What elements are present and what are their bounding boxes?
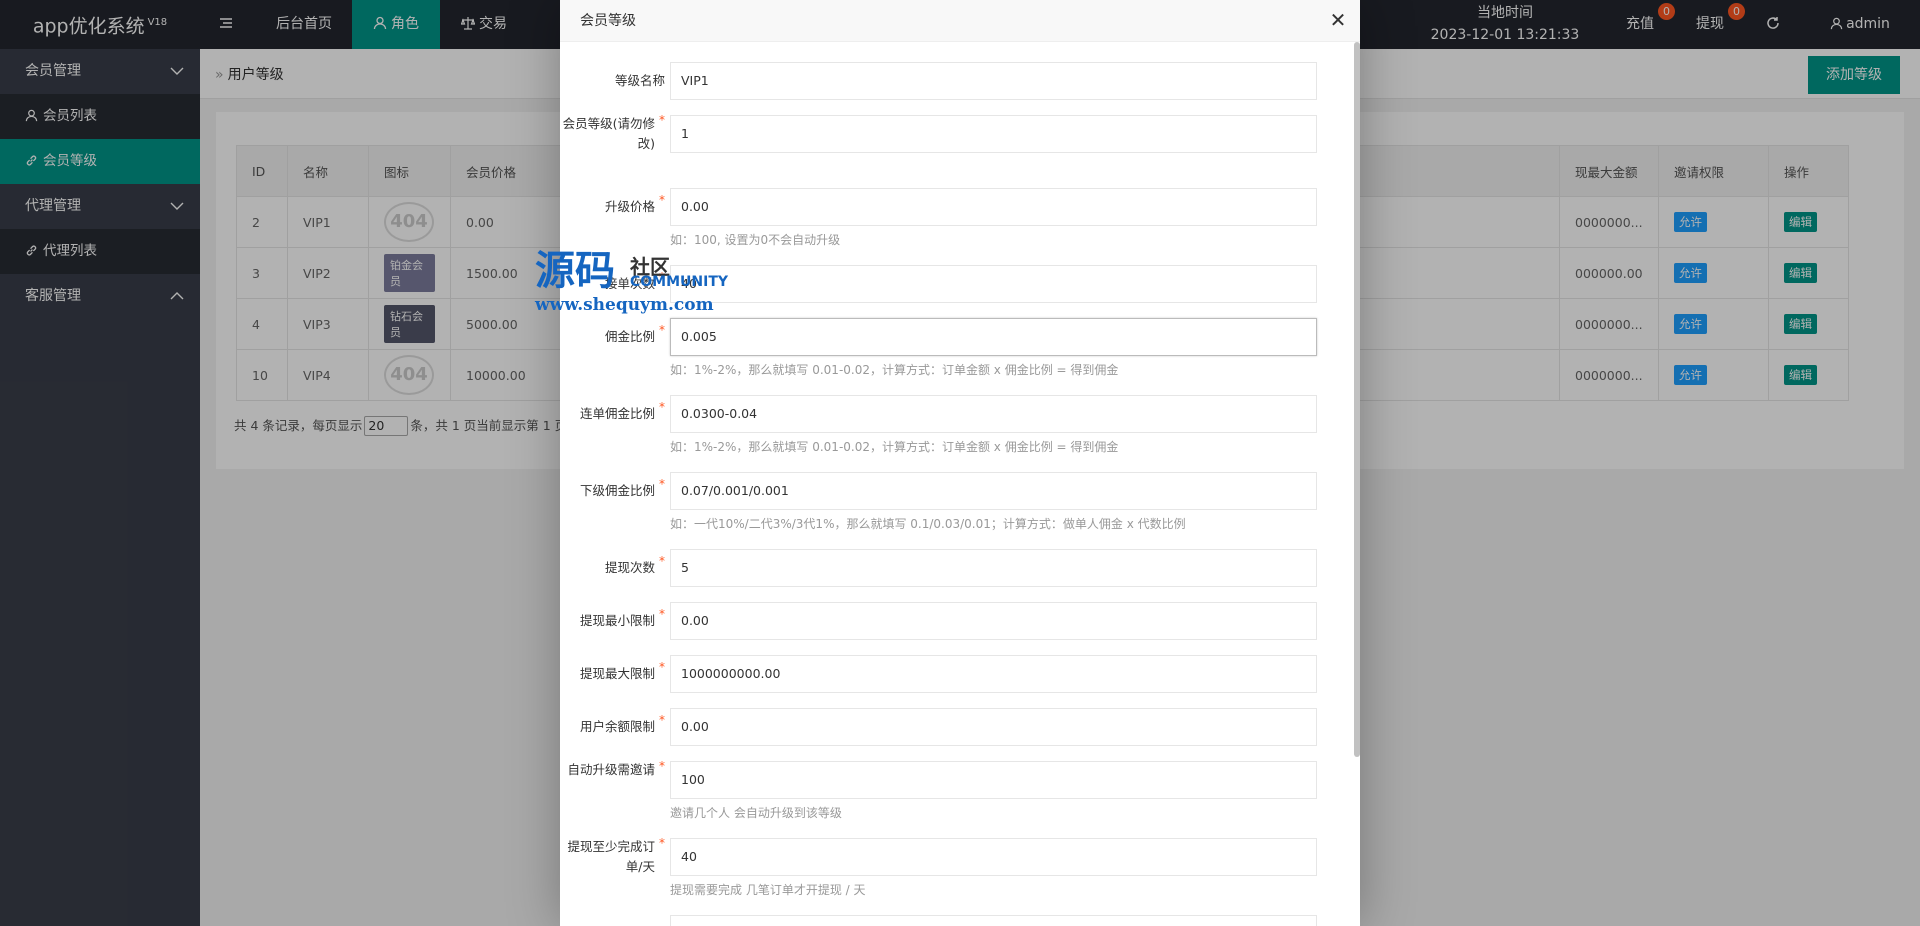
watermark-logo: 源码 社区 COMMUNITY www.shequym.com (535, 248, 735, 318)
watermark-text: 源码 (535, 247, 615, 294)
field-label: 提现至少完成订单/天 (567, 839, 655, 874)
withdraw-min-input[interactable]: 0.00 (670, 602, 1317, 640)
field-label: 下级佣金比例 (579, 483, 655, 498)
field-hint: 如：100, 设置为0不会自动升级 (670, 233, 841, 247)
watermark-en: COMMUNITY (630, 274, 729, 290)
field-label: 等级名称 (614, 73, 665, 88)
withdraw-max-input[interactable]: 1000000000.00 (670, 655, 1317, 693)
next-field-input[interactable] (670, 915, 1317, 926)
required-mark: * (659, 836, 665, 850)
required-mark: * (659, 660, 665, 674)
modal-body: 等级名称 VIP1 会员等级(请勿修改) * 1 升级价格 * 0.00 如：1… (560, 42, 1360, 926)
required-mark: * (659, 713, 665, 727)
level-edit-modal: 会员等级 ✕ 等级名称 VIP1 会员等级(请勿修改) * 1 升级价格 * 0… (560, 0, 1360, 926)
field-hint: 邀请几个人 会自动升级到该等级 (670, 806, 842, 820)
field-label: 连单佣金比例 (579, 406, 655, 421)
field-hint: 如：1%-2%，那么就填写 0.01-0.02，计算方式：订单金额 x 佣金比例… (670, 440, 1119, 454)
modal-scrollbar[interactable] (1354, 42, 1360, 757)
field-label: 佣金比例 (604, 329, 655, 344)
field-label: 提现最大限制 (579, 666, 655, 681)
required-mark: * (659, 554, 665, 568)
field-label: 会员等级(请勿修改) (562, 116, 655, 151)
field-label: 提现最小限制 (579, 613, 655, 628)
commission-rate-input[interactable]: 0.005 (670, 318, 1317, 356)
balance-limit-input[interactable]: 0.00 (670, 708, 1317, 746)
required-mark: * (659, 193, 665, 207)
close-icon[interactable]: ✕ (1328, 10, 1348, 30)
watermark-url: www.shequym.com (535, 295, 714, 315)
field-label: 自动升级需邀请 (567, 762, 655, 777)
field-hint: 如：1%-2%，那么就填写 0.01-0.02，计算方式：订单金额 x 佣金比例… (670, 363, 1119, 377)
modal-title: 会员等级 (580, 13, 636, 29)
auto-upgrade-invite-input[interactable]: 100 (670, 761, 1317, 799)
field-hint: 如：一代10%/二代3%/3代1%，那么就填写 0.1/0.03/0.01；计算… (670, 517, 1186, 531)
required-mark: * (659, 113, 665, 127)
sub-commission-input[interactable]: 0.07/0.001/0.001 (670, 472, 1317, 510)
upgrade-price-input[interactable]: 0.00 (670, 188, 1317, 226)
modal-header: 会员等级 ✕ (560, 0, 1360, 42)
required-mark: * (659, 759, 665, 773)
required-mark: * (659, 607, 665, 621)
withdraw-min-orders-input[interactable]: 40 (670, 838, 1317, 876)
field-label: 用户余额限制 (579, 719, 655, 734)
required-mark: * (659, 477, 665, 491)
required-mark: * (659, 400, 665, 414)
level-name-input[interactable]: VIP1 (670, 62, 1317, 100)
field-label: 提现次数 (604, 560, 655, 575)
required-mark: * (659, 323, 665, 337)
field-label: 升级价格 (604, 199, 655, 214)
level-number-input[interactable]: 1 (670, 115, 1317, 153)
field-hint: 提现需要完成 几笔订单才开提现 / 天 (670, 883, 866, 897)
order-count-input[interactable]: 40 (670, 265, 1317, 303)
chain-commission-input[interactable]: 0.0300-0.04 (670, 395, 1317, 433)
withdraw-count-input[interactable]: 5 (670, 549, 1317, 587)
